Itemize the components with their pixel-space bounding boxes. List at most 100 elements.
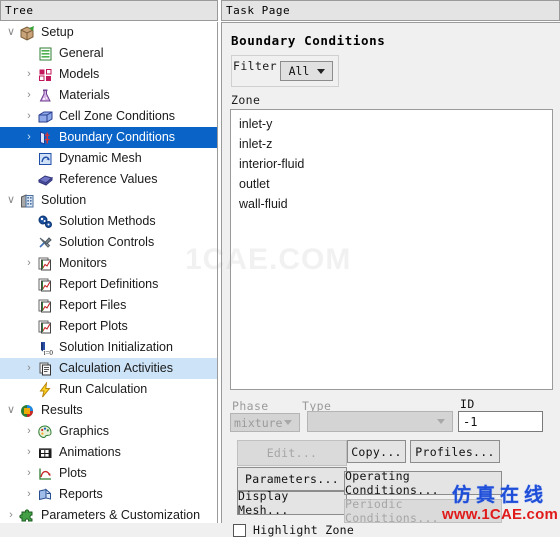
general-list-icon bbox=[36, 45, 55, 62]
solution-methods-icon bbox=[36, 213, 55, 230]
tree-item-run-calculation[interactable]: Run Calculation bbox=[0, 379, 217, 400]
tree-item-label: Boundary Conditions bbox=[59, 130, 176, 145]
phase-dropdown[interactable]: mixture bbox=[230, 413, 300, 432]
chevron-right-icon[interactable]: › bbox=[22, 489, 36, 500]
tree-item-report-files[interactable]: Report Files bbox=[0, 295, 217, 316]
tree-item-cell-zone-conditions[interactable]: › Cell Zone Conditions bbox=[0, 106, 217, 127]
tree-item-label: Calculation Activities bbox=[59, 361, 173, 376]
tree-item-label: Solution bbox=[41, 193, 87, 208]
tree-item-materials[interactable]: › Materials bbox=[0, 85, 217, 106]
tree-item-general[interactable]: General bbox=[0, 43, 217, 64]
tree-item-models[interactable]: › Models bbox=[0, 64, 217, 85]
zone-listbox[interactable]: inlet-y inlet-z interior-fluid outlet wall-f… bbox=[230, 109, 553, 390]
boundary-conditions-icon bbox=[36, 129, 55, 146]
tree-item-graphics[interactable]: › Graphics bbox=[0, 421, 217, 442]
profiles-button[interactable]: Profiles... bbox=[410, 440, 500, 463]
filter-dropdown[interactable]: All bbox=[280, 61, 333, 81]
tree-panel-title: Tree bbox=[5, 4, 34, 17]
tree-item-label: Solution Initialization bbox=[59, 340, 173, 355]
tree-item-plots[interactable]: › Plots bbox=[0, 463, 217, 484]
zone-list-item[interactable]: interior-fluid bbox=[231, 154, 552, 174]
tree-item-animations[interactable]: › Animations bbox=[0, 442, 217, 463]
chevron-right-icon[interactable]: › bbox=[22, 132, 36, 143]
chevron-down-icon bbox=[317, 68, 325, 74]
copy-button[interactable]: Copy... bbox=[347, 440, 406, 463]
chevron-right-icon[interactable]: › bbox=[22, 447, 36, 458]
highlight-zone-label: Highlight Zone bbox=[253, 523, 355, 537]
tree-item-report-definitions[interactable]: Report Definitions bbox=[0, 274, 217, 295]
highlight-zone-checkbox[interactable] bbox=[233, 523, 246, 537]
outline-tree[interactable]: ∨ Setup General › Models › Materials › Cell Zone… bbox=[0, 22, 218, 523]
tree-item-solution-initialization[interactable]: t=0 Solution Initialization bbox=[0, 337, 217, 358]
tree-item-boundary-conditions[interactable]: › Boundary Conditions bbox=[0, 127, 217, 148]
tree-item-label: Cell Zone Conditions bbox=[59, 109, 176, 124]
tree-item-solution-methods[interactable]: Solution Methods bbox=[0, 211, 217, 232]
tree-item-label: Report Plots bbox=[59, 319, 128, 334]
tree-item-monitors[interactable]: › Monitors bbox=[0, 253, 217, 274]
tree-item-setup[interactable]: ∨ Setup bbox=[0, 22, 217, 43]
report-chart-icon bbox=[36, 318, 55, 335]
periodic-conditions-button[interactable]: Periodic Conditions... bbox=[344, 497, 502, 525]
tree-item-results[interactable]: ∨ Results bbox=[0, 400, 217, 421]
task-page-body: Boundary Conditions Filter All Zone inle… bbox=[221, 22, 560, 537]
chevron-down-icon bbox=[284, 420, 292, 425]
boundary-conditions-title: Boundary Conditions bbox=[231, 33, 386, 48]
chevron-right-icon[interactable]: › bbox=[22, 258, 36, 269]
phase-label: Phase bbox=[232, 399, 269, 413]
chevron-down-icon[interactable]: ∨ bbox=[4, 195, 18, 206]
tree-item-label: Materials bbox=[59, 88, 110, 103]
models-grid-icon bbox=[36, 66, 55, 83]
highlight-zone-checkbox-row[interactable]: Highlight Zone bbox=[233, 523, 354, 537]
chevron-right-icon[interactable]: › bbox=[4, 510, 18, 521]
tree-item-report-plots[interactable]: Report Plots bbox=[0, 316, 217, 337]
zone-id-input[interactable]: -1 bbox=[458, 411, 543, 432]
tree-item-label: Solution Controls bbox=[59, 235, 155, 250]
tree-item-solution[interactable]: ∨ Solution bbox=[0, 190, 217, 211]
parameters-button[interactable]: Parameters... bbox=[237, 467, 347, 491]
zone-list-item[interactable]: inlet-z bbox=[231, 134, 552, 154]
edit-button[interactable]: Edit... bbox=[237, 440, 347, 466]
operating-conditions-button[interactable]: Operating Conditions... bbox=[344, 469, 502, 497]
report-chart-icon bbox=[36, 297, 55, 314]
zone-list-item[interactable]: wall-fluid bbox=[231, 194, 552, 214]
tree-item-label: Parameters & Customization bbox=[41, 508, 201, 523]
tree-item-solution-controls[interactable]: Solution Controls bbox=[0, 232, 217, 253]
tree-item-dynamic-mesh[interactable]: Dynamic Mesh bbox=[0, 148, 217, 169]
zone-list-item[interactable]: inlet-y bbox=[231, 114, 552, 134]
tree-item-label: Setup bbox=[41, 25, 74, 40]
filter-value: All bbox=[288, 64, 310, 78]
chevron-down-icon[interactable]: ∨ bbox=[4, 405, 18, 416]
chevron-right-icon[interactable]: › bbox=[22, 426, 36, 437]
tree-item-label: Dynamic Mesh bbox=[59, 151, 142, 166]
results-cube-icon bbox=[18, 402, 37, 419]
type-dropdown[interactable] bbox=[307, 411, 453, 432]
tree-item-label: Plots bbox=[59, 466, 87, 481]
chevron-down-icon[interactable]: ∨ bbox=[4, 27, 18, 38]
zone-id-value: -1 bbox=[463, 414, 478, 429]
svg-text:t=0: t=0 bbox=[44, 349, 54, 356]
tree-item-parameters-customization[interactable]: › Parameters & Customization bbox=[0, 505, 217, 523]
run-calculation-bolt-icon bbox=[36, 381, 55, 398]
chevron-right-icon[interactable]: › bbox=[22, 69, 36, 80]
calculation-activities-icon bbox=[36, 360, 55, 377]
initialization-t0-icon: t=0 bbox=[36, 339, 55, 356]
phase-value: mixture bbox=[234, 415, 283, 430]
tree-item-label: Graphics bbox=[59, 424, 110, 439]
cell-zone-cube-icon bbox=[36, 108, 55, 125]
tree-item-reports[interactable]: › Reports bbox=[0, 484, 217, 505]
chevron-right-icon[interactable]: › bbox=[22, 363, 36, 374]
chevron-right-icon[interactable]: › bbox=[22, 468, 36, 479]
chevron-right-icon[interactable]: › bbox=[22, 90, 36, 101]
id-label: ID bbox=[460, 397, 475, 411]
graphics-palette-icon bbox=[36, 423, 55, 440]
tree-item-calculation-activities[interactable]: › Calculation Activities bbox=[0, 358, 217, 379]
tree-item-reference-values[interactable]: Reference Values bbox=[0, 169, 217, 190]
tree-item-label: Report Files bbox=[59, 298, 127, 313]
chevron-right-icon[interactable]: › bbox=[22, 111, 36, 122]
tree-item-label: Report Definitions bbox=[59, 277, 159, 292]
setup-box-icon bbox=[18, 24, 37, 41]
animations-film-icon bbox=[36, 444, 55, 461]
zone-list-item[interactable]: outlet bbox=[231, 174, 552, 194]
task-page-title: Task Page bbox=[226, 4, 291, 17]
display-mesh-button[interactable]: Display Mesh... bbox=[237, 489, 347, 517]
